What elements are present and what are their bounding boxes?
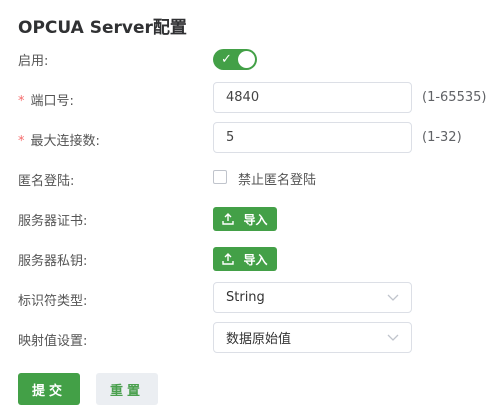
import-cert-label: 导入 [243, 212, 268, 227]
max-conn-range-hint: (1-32) [422, 130, 462, 145]
port-input[interactable] [213, 82, 412, 113]
max-conn-label: 最大连接数: [30, 134, 100, 149]
server-key-label: 服务器私钥: [18, 254, 88, 269]
anonymous-label: 匿名登陆: [18, 174, 75, 189]
toggle-knob [238, 51, 255, 68]
disable-anonymous-label[interactable]: 禁止匿名登陆 [238, 169, 316, 188]
import-cert-button[interactable]: 导入 [213, 207, 277, 231]
required-mark: * [18, 94, 25, 109]
disable-anonymous-checkbox[interactable] [213, 170, 227, 184]
identifier-type-select[interactable]: String [213, 282, 412, 313]
mapping-label: 映射值设置: [18, 334, 88, 349]
identifier-type-value: String [226, 290, 265, 305]
port-label-row: * 端口号: [18, 90, 74, 109]
max-conn-label-row: * 最大连接数: [18, 130, 100, 149]
submit-button[interactable]: 提交 [18, 373, 80, 405]
mapping-select[interactable]: 数据原始值 [213, 322, 412, 353]
upload-icon [222, 253, 235, 265]
server-cert-label: 服务器证书: [18, 214, 88, 229]
identifier-type-label: 标识符类型: [18, 294, 88, 309]
upload-icon [222, 213, 235, 225]
import-key-label: 导入 [243, 252, 268, 267]
required-mark: * [18, 134, 25, 149]
page-title: OPCUA Server配置 [18, 18, 187, 38]
reset-button[interactable]: 重置 [96, 373, 158, 405]
check-icon: ✓ [221, 52, 232, 67]
import-key-button[interactable]: 导入 [213, 247, 277, 271]
chevron-down-icon [387, 334, 399, 342]
port-range-hint: (1-65535) [422, 90, 487, 105]
max-conn-input[interactable] [213, 122, 412, 153]
mapping-value: 数据原始值 [226, 332, 292, 347]
port-label: 端口号: [30, 94, 74, 109]
enable-toggle[interactable]: ✓ [213, 49, 257, 70]
enable-label: 启用: [18, 54, 49, 69]
chevron-down-icon [387, 294, 399, 302]
